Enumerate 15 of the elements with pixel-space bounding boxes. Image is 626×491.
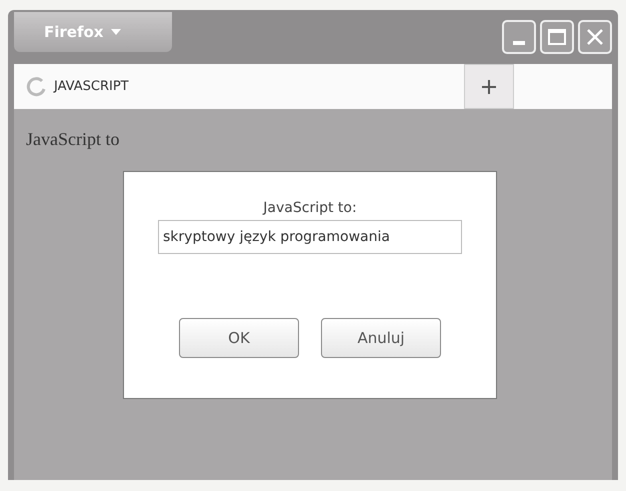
close-icon [586,28,604,46]
page-heading: JavaScript to [26,129,120,150]
prompt-label: JavaScript to: [263,200,357,216]
new-tab-button[interactable] [464,64,514,109]
minimize-button[interactable] [502,20,536,54]
plus-icon [481,78,497,94]
maximize-icon [548,29,566,45]
dialog-button[interactable]: Anuluj [321,318,441,358]
tab-title: JAVASCRIPT [54,79,129,94]
dialog-button[interactable]: OK [179,318,299,358]
input-field[interactable]: skryptowy język programowania [158,220,462,254]
dropdown-arrow-icon [111,29,122,35]
close-button[interactable] [578,20,612,54]
maximize-button[interactable] [540,20,574,54]
minimize-icon [513,41,525,45]
